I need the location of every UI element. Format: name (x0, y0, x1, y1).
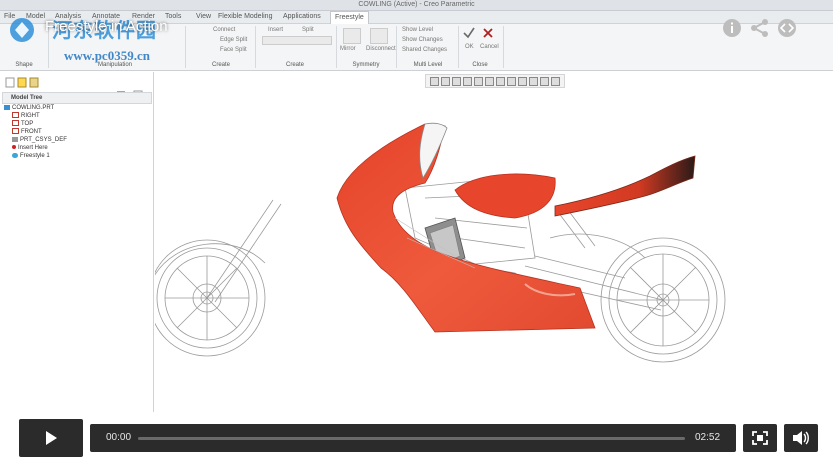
tab-freestyle[interactable]: Freestyle (330, 11, 369, 24)
tree-item-prt-csys-def[interactable]: PRT_CSYS_DEF (12, 136, 67, 144)
split-slider[interactable] (262, 36, 332, 45)
part-icon (4, 104, 10, 110)
ribbon-separator (185, 26, 186, 68)
group-label-create-2: Create (285, 62, 304, 68)
tab-view[interactable]: View (196, 11, 211, 23)
tree-item-freestyle-1[interactable]: Freestyle 1 (12, 152, 50, 160)
model-tree-panel: Model Tree COWLING.PRT RIGHT TOP FRONT P… (0, 72, 154, 412)
spin-center-icon[interactable] (529, 77, 538, 86)
datum-plane-icon (12, 128, 19, 135)
show-level-button[interactable]: Show Level (402, 27, 433, 33)
disconnect-icon[interactable] (370, 28, 388, 44)
saved-views-icon[interactable] (485, 77, 494, 86)
connect-button[interactable]: Connect (213, 27, 235, 33)
tab-applications[interactable]: Applications (283, 11, 321, 23)
progress-track[interactable] (138, 437, 685, 440)
motorcycle-model (148, 122, 726, 363)
tree-item-label: Freestyle 1 (20, 153, 50, 159)
cancel-x-icon[interactable] (482, 27, 494, 39)
group-label-multi-level: Multi Level (413, 62, 443, 68)
mirror-icon[interactable] (343, 28, 361, 44)
orient-icon[interactable] (474, 77, 483, 86)
share-icon[interactable] (750, 18, 770, 38)
zoom-in-icon[interactable] (441, 77, 450, 86)
display-style-icon[interactable] (496, 77, 505, 86)
volume-button[interactable] (784, 424, 818, 452)
duration: 02:52 (695, 432, 721, 443)
datum-plane-icon (12, 112, 19, 119)
group-label-shape: Shape (15, 62, 33, 68)
fullscreen-icon (752, 431, 768, 445)
insert-icon (12, 145, 16, 150)
tree-item-label: RIGHT (21, 113, 40, 119)
progress-bar[interactable]: 00:00 02:52 (90, 424, 736, 452)
csys-icon (12, 136, 18, 142)
ok-check-icon[interactable] (463, 27, 475, 39)
tree-item-label: TOP (21, 121, 34, 127)
show-changes-checkbox[interactable]: Show Changes (402, 37, 443, 43)
tree-item-right[interactable]: RIGHT (12, 112, 40, 120)
tree-item-label: COWLING.PRT (12, 105, 55, 111)
navigator-tab-icons[interactable] (4, 77, 44, 89)
disconnect-button[interactable]: Disconnect (366, 46, 396, 52)
freestyle-icon (12, 152, 18, 158)
video-player: COWLING (Active) - Creo Parametric File … (0, 0, 833, 459)
info-icon[interactable] (722, 18, 742, 38)
perspective-icon[interactable] (507, 77, 516, 86)
tree-item-label: Insert Here (18, 145, 48, 151)
tree-item-label: PRT_CSYS_DEF (20, 137, 67, 143)
model-tree-header: Model Tree (2, 92, 152, 104)
site-logo-icon (10, 18, 34, 42)
video-title[interactable]: Freestyle in Action (45, 18, 168, 35)
more-tools-icon[interactable] (551, 77, 560, 86)
current-time: 00:00 (106, 432, 132, 443)
repaint-icon[interactable] (463, 77, 472, 86)
group-label-symmetry: Symmetry (352, 62, 380, 68)
window-title: COWLING (Active) - Creo Parametric (358, 1, 475, 8)
tree-item-cowling-prt[interactable]: COWLING.PRT (4, 104, 54, 112)
shared-changes-checkbox[interactable]: Shared Changes (402, 47, 447, 53)
edge-split-button[interactable]: Edge Split (220, 37, 247, 43)
group-label-create: Create (211, 62, 230, 68)
ribbon-separator (255, 26, 256, 68)
refit-icon[interactable] (430, 77, 439, 86)
ribbon-separator (458, 26, 459, 68)
tree-item-top[interactable]: TOP (12, 120, 33, 128)
tab-flexible-modeling[interactable]: Flexible Modeling (218, 11, 272, 23)
mirror-button[interactable]: Mirror (340, 46, 356, 52)
zoom-out-icon[interactable] (452, 77, 461, 86)
watermark-url: www.pc0359.cn (64, 48, 150, 63)
model-tree-title: Model Tree (11, 95, 43, 101)
play-button[interactable] (19, 419, 83, 457)
annotation-display-icon[interactable] (540, 77, 549, 86)
embed-icon[interactable] (777, 18, 797, 38)
datum-display-icon[interactable] (518, 77, 527, 86)
group-label-close: Close (472, 62, 488, 68)
tree-item-insert-here[interactable]: Insert Here (12, 144, 48, 152)
face-split-button[interactable]: Face Split (220, 47, 247, 53)
tree-item-front[interactable]: FRONT (12, 128, 42, 136)
play-icon (46, 431, 57, 445)
split-label: Split (302, 27, 314, 33)
graphics-window[interactable] (148, 88, 833, 408)
insert-label: Insert (268, 27, 284, 33)
fullscreen-button[interactable] (743, 424, 777, 452)
tree-item-label: FRONT (21, 129, 42, 135)
title-bar: COWLING (Active) - Creo Parametric (0, 0, 833, 11)
datum-plane-icon (12, 120, 19, 127)
ribbon-separator (396, 26, 397, 68)
ribbon-separator (503, 26, 504, 68)
volume-icon (793, 431, 809, 445)
ok-button[interactable]: OK (465, 44, 474, 50)
ribbon-separator (336, 26, 337, 68)
graphics-toolbar (425, 74, 565, 88)
cancel-button[interactable]: Cancel (480, 44, 499, 50)
navigator-tabs (4, 76, 44, 88)
